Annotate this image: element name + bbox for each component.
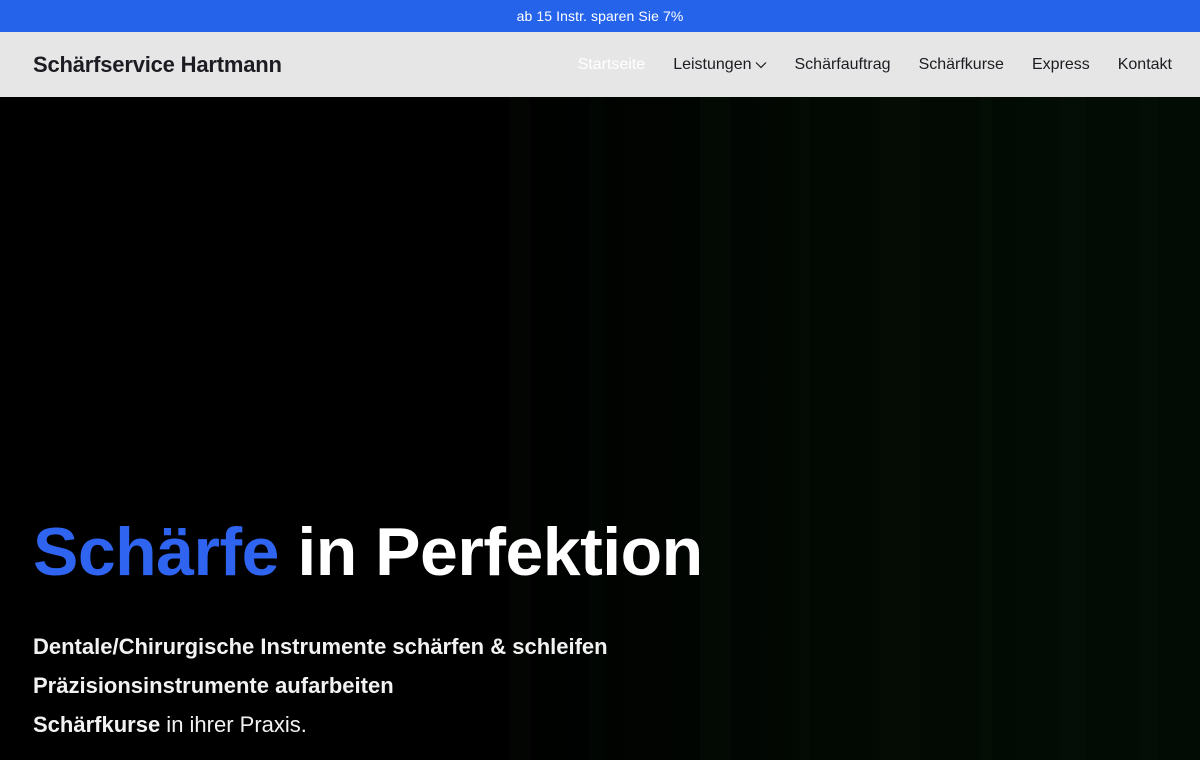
main-navbar: Schärfservice Hartmann Startseite Leistu… bbox=[0, 32, 1200, 97]
nav-link-label: Express bbox=[1031, 55, 1090, 73]
hero-title: Schärfe in Perfektion bbox=[33, 510, 703, 594]
nav-link-startseite[interactable]: Startseite bbox=[578, 56, 646, 74]
nav-link-leistungen[interactable]: Leistungen bbox=[673, 56, 766, 74]
nav-link-label: Leistungen bbox=[673, 55, 752, 73]
nav-link-label: Schärfauftrag bbox=[794, 55, 891, 73]
nav-link-label: Kontakt bbox=[1117, 55, 1172, 73]
hero-line-1: Dentale/Chirurgische Instrumente schärfe… bbox=[33, 634, 608, 659]
nav-link-schaerfauftrag[interactable]: Schärfauftrag bbox=[795, 56, 891, 74]
promo-text[interactable]: ab 15 Instr. sparen Sie 7% bbox=[517, 8, 684, 24]
chevron-down-icon bbox=[755, 56, 767, 74]
brand-logo[interactable]: Schärfservice Hartmann bbox=[33, 52, 282, 78]
hero-content: Schärfe in Perfektion Dentale/Chirurgisc… bbox=[33, 510, 703, 744]
hero-line-3: Schärfkurse in ihrer Praxis. bbox=[33, 705, 703, 744]
nav-link-label: Schärfkurse bbox=[918, 55, 1004, 73]
hero-line-3-bold: Schärfkurse bbox=[33, 712, 161, 737]
nav-link-schaerfkurse[interactable]: Schärfkurse bbox=[919, 56, 1004, 74]
hero-title-accent: Schärfe bbox=[33, 514, 279, 590]
hero-subtitle: Dentale/Chirurgische Instrumente schärfe… bbox=[33, 627, 703, 744]
promo-bar: ab 15 Instr. sparen Sie 7% bbox=[0, 0, 1200, 32]
nav-links: Startseite Leistungen Schärfauftrag Schä… bbox=[578, 56, 1172, 74]
nav-link-express[interactable]: Express bbox=[1032, 56, 1090, 74]
hero-line-2: Präzisionsinstrumente aufarbeiten bbox=[33, 673, 394, 698]
nav-link-kontakt[interactable]: Kontakt bbox=[1118, 56, 1172, 74]
hero-title-rest: in Perfektion bbox=[278, 514, 703, 590]
nav-link-label: Startseite bbox=[577, 55, 646, 73]
hero-line-3-rest: in ihrer Praxis. bbox=[160, 712, 307, 737]
hero-section: Schärfe in Perfektion Dentale/Chirurgisc… bbox=[0, 97, 1200, 760]
